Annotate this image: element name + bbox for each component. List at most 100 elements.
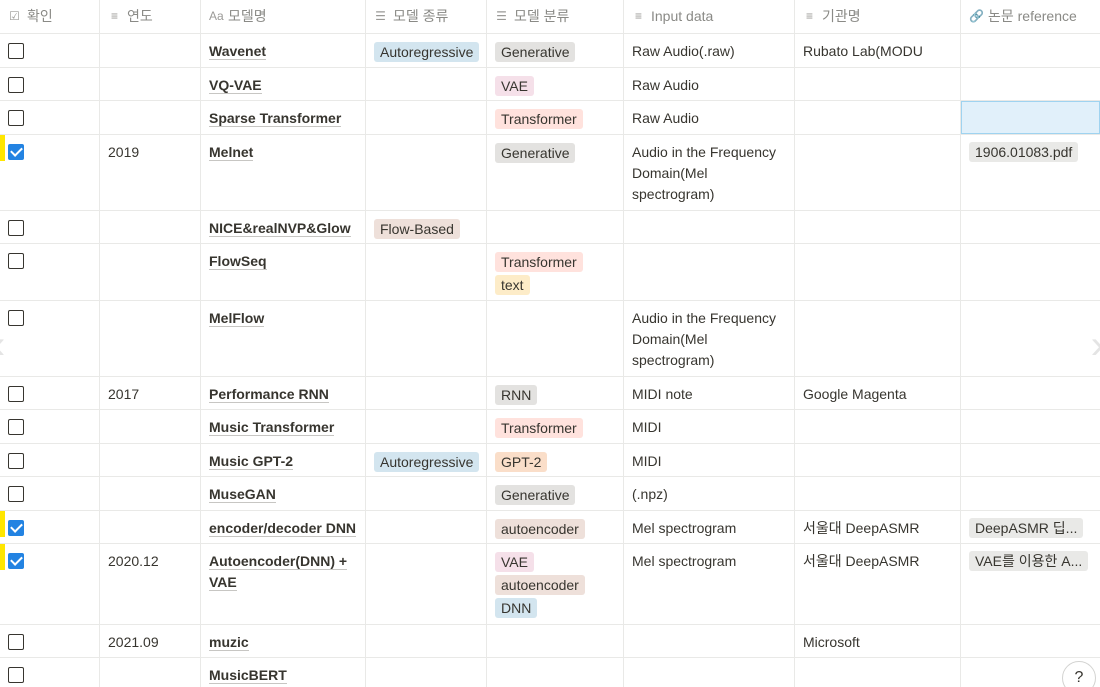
model-class-cell[interactable]: RNN — [487, 377, 624, 409]
model-kind-cell[interactable] — [366, 244, 487, 300]
model-name-cell[interactable]: VQ-VAE — [201, 68, 366, 100]
year-cell[interactable] — [100, 68, 201, 100]
paper-reference-cell[interactable] — [961, 34, 1100, 67]
model-class-cell[interactable] — [487, 625, 624, 657]
model-name[interactable]: Melnet — [209, 144, 254, 161]
confirm-checkbox[interactable] — [8, 310, 24, 326]
model-name[interactable]: Sparse Transformer — [209, 110, 342, 127]
next-page-icon[interactable]: › — [1091, 323, 1100, 368]
model-name-cell[interactable]: MelFlow — [201, 301, 366, 376]
confirm-checkbox[interactable] — [8, 43, 24, 59]
input-data-cell[interactable]: Audio in the Frequency Domain(Mel spectr… — [624, 135, 795, 210]
confirm-cell[interactable] — [0, 377, 100, 409]
confirm-cell[interactable] — [0, 658, 100, 687]
table-row[interactable]: 2019 Melnet Generative Audio in the Frequen… — [0, 135, 1100, 211]
confirm-cell[interactable] — [0, 301, 100, 376]
model-name[interactable]: MuseGAN — [209, 486, 276, 503]
paper-reference-cell[interactable]: DeepASMR 딥... — [961, 511, 1100, 543]
paper-reference-cell[interactable]: VAE를 이용한 A... — [961, 544, 1100, 624]
paper-reference-cell[interactable] — [961, 410, 1100, 443]
year-cell[interactable] — [100, 211, 201, 243]
reference-file-chip[interactable]: VAE를 이용한 A... — [969, 551, 1089, 571]
confirm-checkbox[interactable] — [8, 553, 24, 569]
input-data-cell[interactable]: MIDI — [624, 444, 795, 476]
organization-cell[interactable] — [795, 68, 961, 100]
model-name-cell[interactable]: NICE&realNVP&Glow — [201, 211, 366, 243]
paper-reference-cell[interactable] — [961, 301, 1100, 376]
year-cell[interactable] — [100, 477, 201, 510]
table-row[interactable]: FlowSeq Transformer text — [0, 244, 1100, 301]
reference-file-chip[interactable]: 1906.01083.pdf — [969, 142, 1079, 162]
confirm-cell[interactable] — [0, 135, 100, 210]
model-name[interactable]: encoder/decoder DNN — [209, 520, 357, 537]
input-data-cell[interactable]: Mel spectrogram — [624, 511, 795, 543]
column-header-1[interactable]: ≡ 연도 — [100, 0, 201, 33]
model-class-cell[interactable]: VAE — [487, 68, 624, 100]
organization-cell[interactable]: Microsoft — [795, 625, 961, 657]
table-row[interactable]: Wavenet Autoregressive Generative Raw Audio… — [0, 34, 1100, 68]
organization-cell[interactable] — [795, 211, 961, 243]
model-kind-cell[interactable] — [366, 625, 487, 657]
model-name[interactable]: MusicBERT — [209, 667, 287, 684]
organization-cell[interactable]: 서울대 DeepASMR — [795, 544, 961, 624]
year-cell[interactable] — [100, 301, 201, 376]
column-header-6[interactable]: ≡ 기관명 — [795, 0, 961, 33]
input-data-cell[interactable]: Raw Audio(.raw) — [624, 34, 795, 67]
input-data-cell[interactable]: (.npz) — [624, 477, 795, 510]
model-kind-cell[interactable] — [366, 658, 487, 687]
model-kind-cell[interactable] — [366, 377, 487, 409]
model-class-cell[interactable]: Generative — [487, 477, 624, 510]
model-name[interactable]: NICE&realNVP&Glow — [209, 220, 351, 237]
table-row[interactable]: 2017 Performance RNN RNN MIDI note Google Ma… — [0, 377, 1100, 410]
confirm-checkbox[interactable] — [8, 520, 24, 536]
model-class-cell[interactable]: Transformer — [487, 101, 624, 134]
year-cell[interactable] — [100, 101, 201, 134]
year-cell[interactable] — [100, 511, 201, 543]
model-class-cell[interactable]: VAE autoencoder DNN — [487, 544, 624, 624]
model-kind-cell[interactable]: Autoregressive — [366, 444, 487, 476]
organization-cell[interactable] — [795, 244, 961, 300]
organization-cell[interactable]: Rubato Lab(MODU Lab) — [795, 34, 961, 67]
table-row[interactable]: 2020.12 Autoencoder(DNN) + VAE VAE autoenco… — [0, 544, 1100, 625]
model-kind-cell[interactable]: Autoregressive — [366, 34, 487, 67]
confirm-checkbox[interactable] — [8, 144, 24, 160]
table-row[interactable]: 2021.09 muzic Microsoft — [0, 625, 1100, 658]
table-row[interactable]: MelFlow Audio in the Frequency Domain(Mel… — [0, 301, 1100, 377]
organization-cell[interactable] — [795, 658, 961, 687]
model-name-cell[interactable]: Melnet — [201, 135, 366, 210]
column-header-3[interactable]: ☰ 모델 종류 — [366, 0, 487, 33]
input-data-cell[interactable] — [624, 625, 795, 657]
year-cell[interactable] — [100, 34, 201, 67]
table-row[interactable]: MuseGAN Generative (.npz) — [0, 477, 1100, 511]
model-name-cell[interactable]: Wavenet — [201, 34, 366, 67]
help-button[interactable]: ? — [1062, 661, 1096, 687]
organization-cell[interactable]: 서울대 DeepASMR — [795, 511, 961, 543]
confirm-cell[interactable] — [0, 477, 100, 510]
model-name-cell[interactable]: FlowSeq — [201, 244, 366, 300]
confirm-cell[interactable] — [0, 544, 100, 624]
confirm-checkbox[interactable] — [8, 419, 24, 435]
input-data-cell[interactable]: Raw Audio — [624, 101, 795, 134]
column-header-2[interactable]: Aa 모델명 — [201, 0, 366, 33]
input-data-cell[interactable]: MIDI — [624, 410, 795, 443]
table-row[interactable]: NICE&realNVP&Glow Flow-Based — [0, 211, 1100, 244]
model-name-cell[interactable]: Music GPT-2 — [201, 444, 366, 476]
input-data-cell[interactable] — [624, 244, 795, 300]
model-name-cell[interactable]: Autoencoder(DNN) + VAE — [201, 544, 366, 624]
column-header-5[interactable]: ≡ Input data — [624, 0, 795, 33]
model-name-cell[interactable]: Sparse Transformer — [201, 101, 366, 134]
year-cell[interactable] — [100, 658, 201, 687]
confirm-cell[interactable] — [0, 444, 100, 476]
confirm-checkbox[interactable] — [8, 486, 24, 502]
organization-cell[interactable] — [795, 301, 961, 376]
model-name-cell[interactable]: MuseGAN — [201, 477, 366, 510]
input-data-cell[interactable]: Mel spectrogram — [624, 544, 795, 624]
reference-file-chip[interactable]: DeepASMR 딥... — [969, 518, 1084, 538]
table-row[interactable]: Sparse Transformer Transformer Raw Audio — [0, 101, 1100, 135]
model-name[interactable]: muzic — [209, 634, 249, 651]
table-row[interactable]: Music Transformer Transformer MIDI — [0, 410, 1100, 444]
model-kind-cell[interactable] — [366, 511, 487, 543]
year-cell[interactable] — [100, 244, 201, 300]
model-name[interactable]: VQ-VAE — [209, 77, 262, 94]
table-row[interactable]: Music GPT-2 Autoregressive GPT-2 MIDI — [0, 444, 1100, 477]
